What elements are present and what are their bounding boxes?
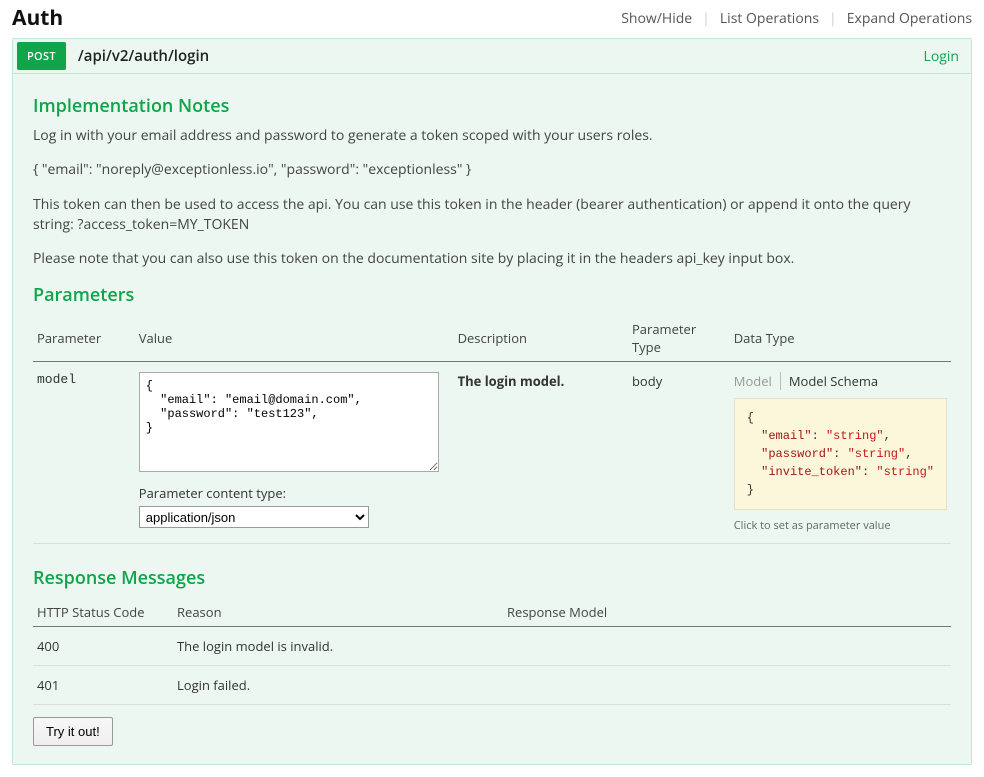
col-value: Value	[135, 315, 454, 362]
col-reason: Reason	[173, 598, 503, 627]
operation-body: Implementation Notes Log in with your em…	[13, 73, 971, 764]
tab-model[interactable]: Model	[734, 372, 780, 390]
param-type: body	[628, 362, 730, 544]
section-header: Auth Show/Hide | List Operations | Expan…	[12, 0, 972, 38]
content-type-label: Parameter content type:	[139, 484, 450, 502]
expand-operations-link[interactable]: Expand Operations	[847, 9, 972, 28]
status-code: 400	[33, 627, 173, 666]
section-title[interactable]: Auth	[12, 4, 63, 32]
col-description: Description	[454, 315, 628, 362]
col-response-model: Response Model	[503, 598, 951, 627]
section-links: Show/Hide | List Operations | Expand Ope…	[621, 9, 972, 28]
data-type-tabs: ModelModel Schema	[734, 372, 947, 390]
param-value-cell: Parameter content type: application/json	[135, 362, 454, 544]
status-reason: The login model is invalid.	[173, 627, 503, 666]
implementation-notes: Log in with your email address and passw…	[33, 126, 951, 269]
param-data-type: ModelModel Schema { "email": "string", "…	[730, 362, 951, 544]
status-reason: Login failed.	[173, 666, 503, 705]
col-param-type: Parameter Type	[628, 315, 730, 362]
operation-name[interactable]: Login	[924, 47, 959, 66]
param-value-input[interactable]	[139, 372, 439, 472]
operation-header[interactable]: POST /api/v2/auth/login Login	[13, 39, 971, 73]
tab-model-schema[interactable]: Model Schema	[780, 372, 886, 390]
status-model	[503, 627, 951, 666]
notes-line: Log in with your email address and passw…	[33, 126, 951, 146]
operation: POST /api/v2/auth/login Login Implementa…	[12, 38, 972, 765]
separator: |	[829, 9, 837, 28]
implementation-notes-heading: Implementation Notes	[33, 94, 951, 118]
notes-line: This token can then be used to access th…	[33, 195, 951, 236]
response-messages-table: HTTP Status Code Reason Response Model 4…	[33, 598, 951, 705]
col-parameter: Parameter	[33, 315, 135, 362]
col-data-type: Data Type	[730, 315, 951, 362]
param-description: The login model.	[454, 362, 628, 544]
content-type-select[interactable]: application/json	[139, 506, 369, 528]
status-model	[503, 666, 951, 705]
status-code: 401	[33, 666, 173, 705]
parameters-heading: Parameters	[33, 283, 951, 307]
http-method-badge: POST	[17, 42, 66, 70]
list-operations-link[interactable]: List Operations	[720, 9, 819, 28]
param-name: model	[33, 362, 135, 544]
operation-path[interactable]: /api/v2/auth/login	[78, 46, 209, 66]
parameters-table: Parameter Value Description Parameter Ty…	[33, 315, 951, 544]
separator: |	[702, 9, 710, 28]
col-status-code: HTTP Status Code	[33, 598, 173, 627]
show-hide-link[interactable]: Show/Hide	[621, 9, 692, 28]
table-row: 400 The login model is invalid.	[33, 627, 951, 666]
try-it-out-button[interactable]: Try it out!	[33, 717, 113, 746]
table-row: 401 Login failed.	[33, 666, 951, 705]
notes-line: { "email": "noreply@exceptionless.io", "…	[33, 160, 951, 180]
notes-line: Please note that you can also use this t…	[33, 249, 951, 269]
model-schema-box[interactable]: { "email": "string", "password": "string…	[734, 398, 947, 510]
schema-hint: Click to set as parameter value	[734, 518, 947, 533]
table-row: model Parameter content type: applicatio…	[33, 362, 951, 544]
response-messages-heading: Response Messages	[33, 566, 951, 590]
